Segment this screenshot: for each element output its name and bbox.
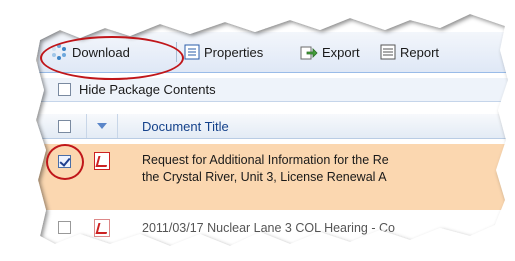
report-icon bbox=[380, 44, 396, 60]
hide-package-label: Hide Package Contents bbox=[79, 82, 216, 97]
row-checkbox[interactable] bbox=[58, 221, 71, 234]
export-label: Export bbox=[322, 44, 360, 60]
properties-button[interactable]: Properties bbox=[184, 40, 263, 64]
pdf-icon bbox=[94, 219, 110, 237]
chevron-down-icon bbox=[97, 123, 107, 129]
document-grid-panel: Download Properties Export Report Hide P… bbox=[38, 32, 508, 237]
table-row[interactable]: Request for Additional Information for t… bbox=[38, 144, 508, 210]
document-title-cell[interactable]: 2011/03/17 Nuclear Lane 3 COL Hearing - … bbox=[142, 220, 502, 237]
table-row[interactable]: 2011/03/17 Nuclear Lane 3 COL Hearing - … bbox=[38, 216, 508, 237]
column-header-document-title[interactable]: Document Title bbox=[142, 119, 229, 134]
report-label: Report bbox=[400, 44, 440, 60]
document-title-cell[interactable]: Request for Additional Information for t… bbox=[142, 152, 502, 186]
toolbar: Download Properties Export Report bbox=[38, 32, 508, 73]
row-checkbox[interactable] bbox=[58, 155, 71, 168]
toolbar-separator bbox=[176, 42, 177, 62]
hide-package-row: Hide Package Contents bbox=[38, 78, 508, 102]
grid-header: Document Title bbox=[38, 114, 508, 139]
properties-label: Properties bbox=[204, 44, 264, 60]
document-title-line: Request for Additional Information for t… bbox=[142, 153, 389, 167]
column-menu-button[interactable] bbox=[86, 114, 118, 138]
torn-screenshot: Download Properties Export Report Hide P… bbox=[0, 0, 515, 261]
properties-icon bbox=[184, 44, 200, 60]
pdf-icon bbox=[94, 152, 110, 170]
download-icon bbox=[52, 44, 66, 60]
export-icon bbox=[300, 46, 318, 60]
download-label: Download bbox=[72, 44, 130, 60]
select-all-checkbox[interactable] bbox=[58, 120, 71, 133]
export-button[interactable]: Export bbox=[300, 40, 360, 64]
hide-package-checkbox[interactable] bbox=[58, 83, 71, 96]
document-title-line: 2011/03/17 Nuclear Lane 3 COL Hearing - … bbox=[142, 221, 395, 235]
report-button[interactable]: Report bbox=[380, 40, 439, 64]
download-button[interactable]: Download bbox=[50, 40, 130, 64]
document-title-line: the Crystal River, Unit 3, License Renew… bbox=[142, 170, 387, 184]
